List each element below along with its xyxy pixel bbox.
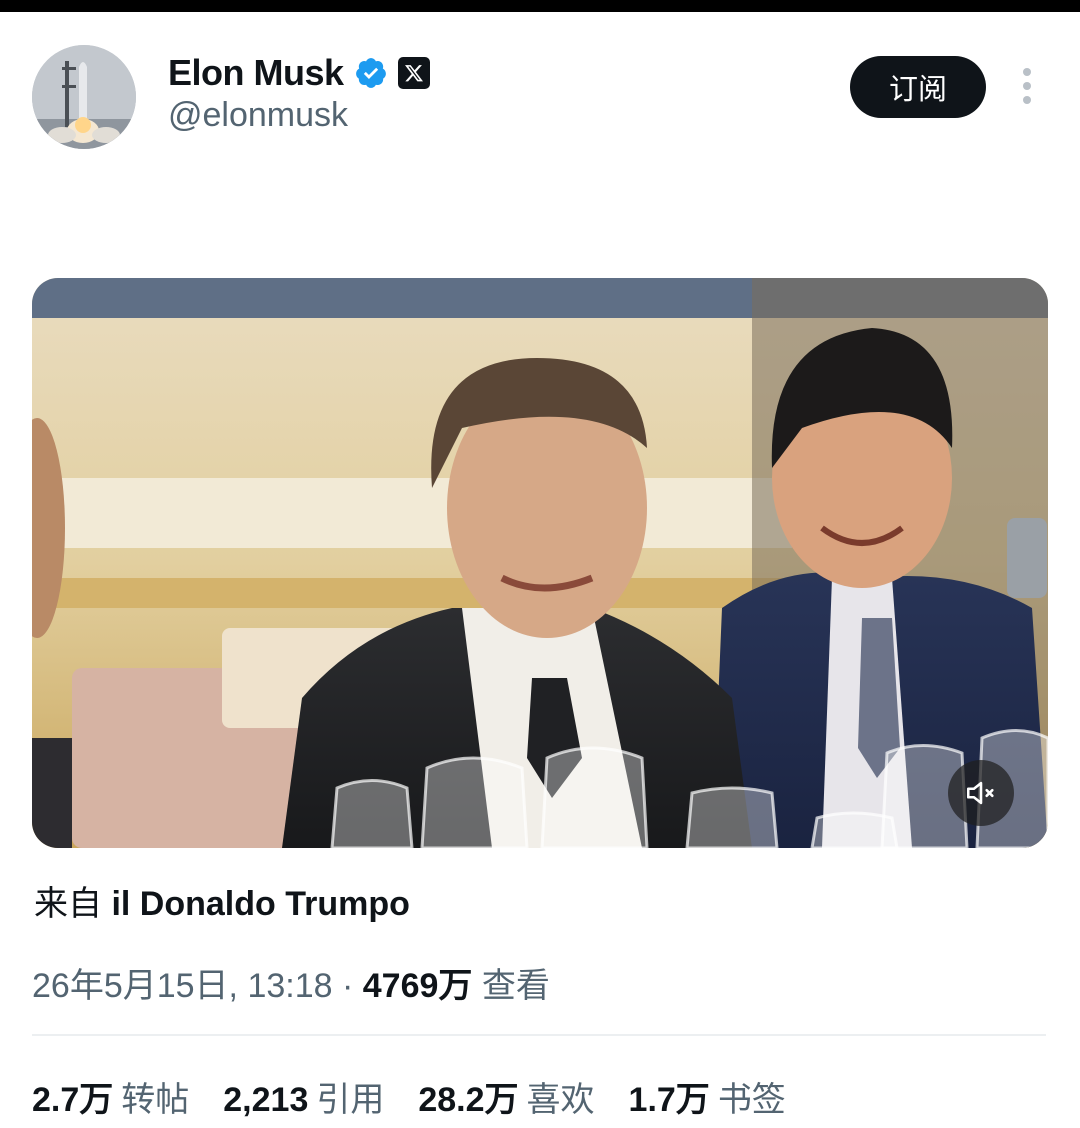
stat-likes[interactable]: 28.2万 喜欢 xyxy=(418,1072,594,1121)
video-frame-image xyxy=(32,278,1048,848)
stat-value: 2.7万 xyxy=(32,1081,114,1119)
stat-value: 28.2万 xyxy=(418,1081,519,1119)
verified-badge-icon xyxy=(355,58,386,88)
stat-bookmarks[interactable]: 1.7万 书签 xyxy=(629,1072,786,1121)
stat-label: 喜欢 xyxy=(526,1080,595,1120)
engagement-stats: 2.7万 转帖 2,213 引用 28.2万 喜欢 1.7万 书签 xyxy=(32,1072,820,1121)
stat-label: 转帖 xyxy=(121,1080,190,1120)
avatar[interactable] xyxy=(32,45,136,149)
subscribe-button[interactable]: 订阅 xyxy=(850,56,986,118)
speaker-muted-icon xyxy=(966,781,994,805)
view-label: 查看 xyxy=(481,966,550,1006)
source-prefix: 来自 xyxy=(34,884,102,924)
view-count: 4769万 xyxy=(362,967,473,1005)
post-video[interactable] xyxy=(32,278,1048,848)
stat-reposts[interactable]: 2.7万 转帖 xyxy=(32,1072,189,1121)
mute-toggle-button[interactable] xyxy=(948,760,1014,826)
post-timestamp[interactable]: 26年5月15日, 13:18 · xyxy=(32,967,363,1005)
divider xyxy=(32,1034,1046,1036)
user-name-row: Elon Musk xyxy=(168,50,430,96)
status-bar xyxy=(0,0,1080,12)
more-options-icon[interactable] xyxy=(1014,68,1040,108)
stat-quotes[interactable]: 2,213 引用 xyxy=(223,1072,384,1121)
stat-value: 1.7万 xyxy=(628,1081,710,1119)
user-handle[interactable]: @elonmusk xyxy=(168,96,348,135)
user-name[interactable]: Elon Musk xyxy=(168,52,344,94)
stat-label: 引用 xyxy=(316,1080,385,1120)
stat-value: 2,213 xyxy=(223,1081,309,1119)
post-meta: 26年5月15日, 13:18 · 4769万 查看 xyxy=(32,958,550,1007)
source-name[interactable]: il Donaldo Trumpo xyxy=(111,885,409,923)
rocket-launch-icon xyxy=(32,45,136,149)
x-logo-icon xyxy=(397,57,430,89)
post-source: 来自 il Donaldo Trumpo xyxy=(34,876,410,925)
stat-label: 书签 xyxy=(717,1080,786,1120)
